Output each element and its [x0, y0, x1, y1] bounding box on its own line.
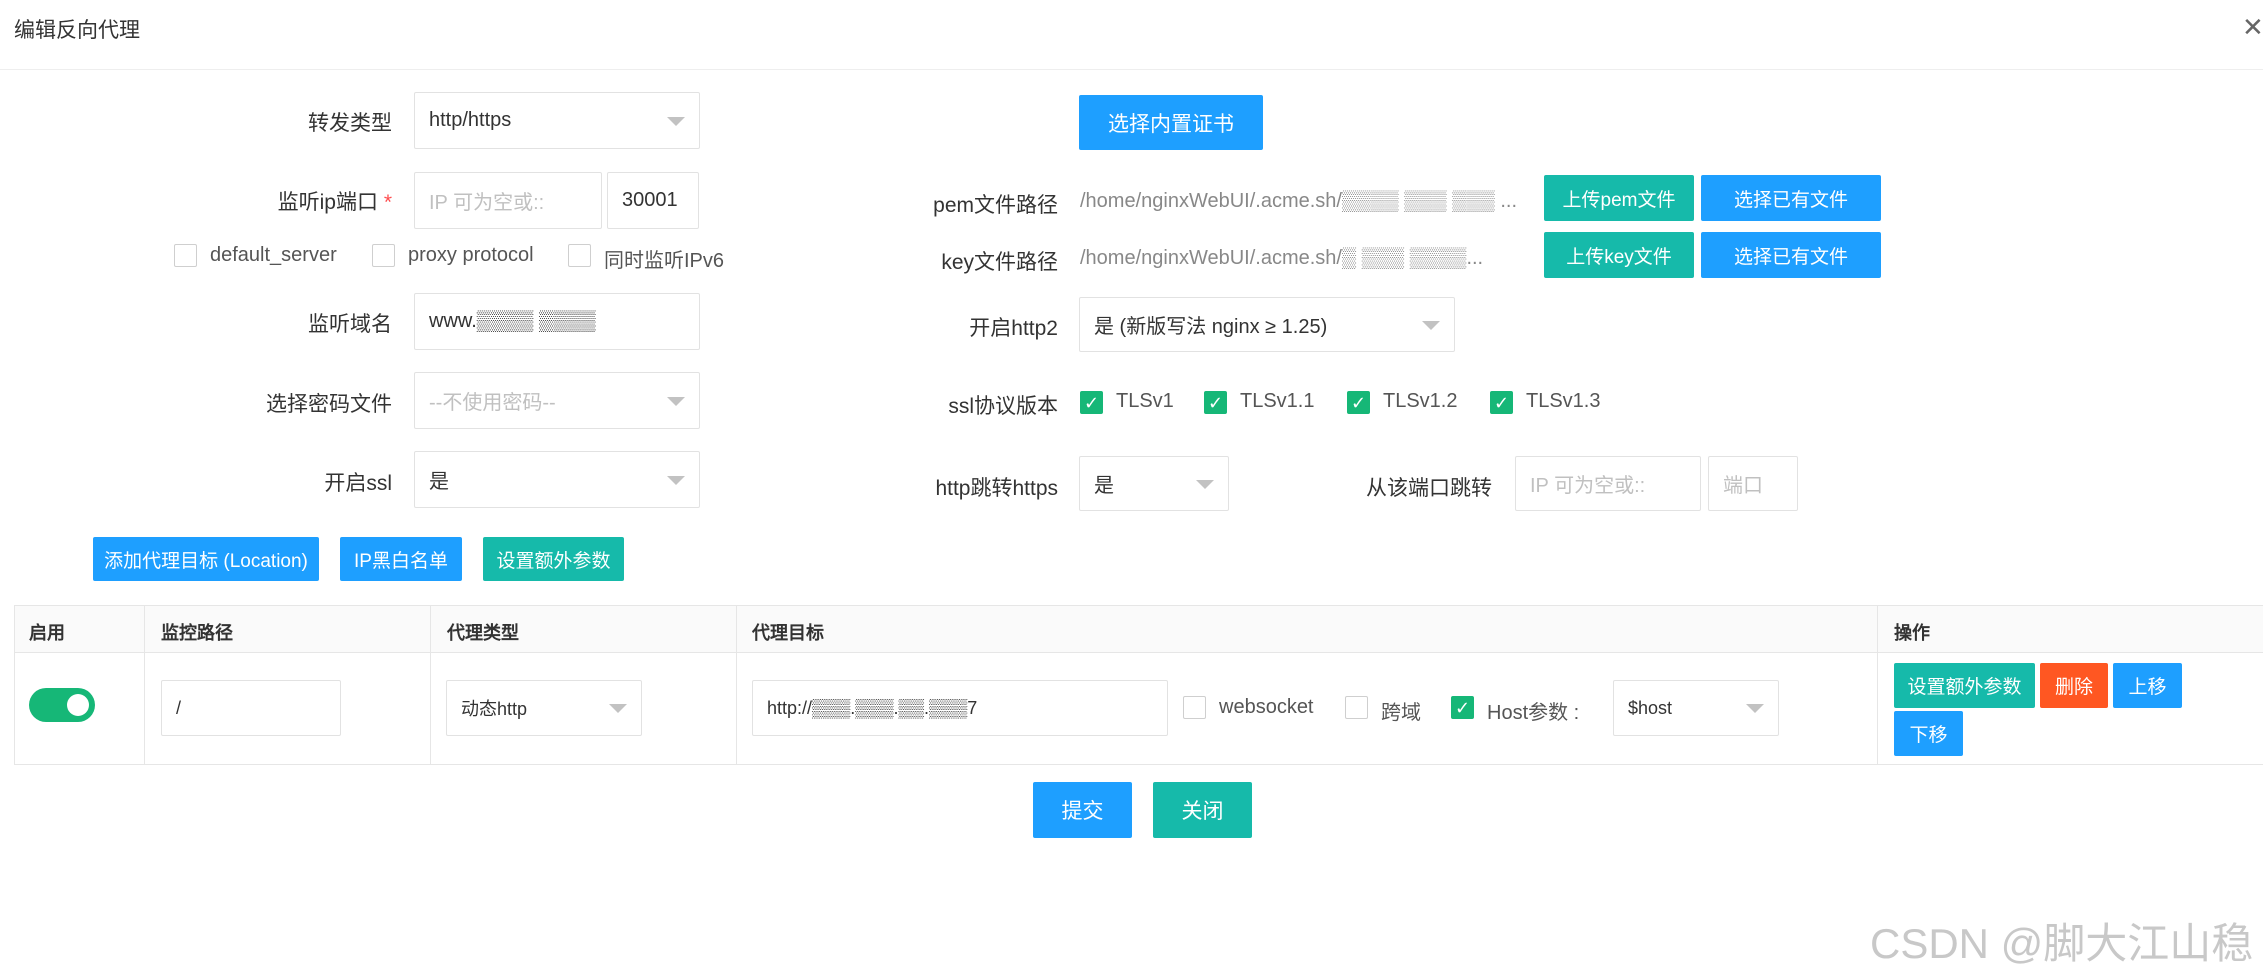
listen-label: 监听ip端口 *	[277, 191, 392, 214]
redirect-port-input[interactable]: 端口	[1708, 456, 1798, 511]
tlsv13-label: TLSv1.3	[1526, 390, 1601, 412]
row-delete-button[interactable]: 删除	[2040, 663, 2108, 708]
enable-toggle[interactable]	[29, 688, 95, 722]
column-divider	[430, 606, 431, 764]
th-path: 监控路径	[161, 623, 233, 643]
toggle-knob	[67, 694, 89, 716]
host-param-checkbox[interactable]: ✓	[1451, 696, 1474, 719]
column-divider	[1877, 606, 1878, 764]
http2-select[interactable]: 是 (新版写法 nginx ≥ 1.25)	[1079, 297, 1455, 352]
redirect-label: http跳转https	[935, 477, 1058, 500]
default-server-label: default_server	[210, 244, 337, 266]
upload-pem-button[interactable]: 上传pem文件	[1544, 175, 1694, 221]
password-value: --不使用密码--	[429, 392, 556, 414]
tlsv13-checkbox[interactable]: ✓	[1490, 391, 1513, 414]
proxy-protocol-checkbox[interactable]	[372, 244, 395, 267]
watermark: CSDN @脚大江山稳	[1870, 920, 2254, 967]
proxy-type-select[interactable]: 动态http	[446, 680, 642, 736]
add-location-button[interactable]: 添加代理目标 (Location)	[93, 537, 319, 581]
ssl-value: 是	[429, 471, 449, 493]
cors-checkbox[interactable]	[1345, 696, 1368, 719]
chevron-down-icon	[1746, 704, 1764, 713]
websocket-checkbox[interactable]	[1183, 696, 1206, 719]
proxy-type-value: 动态http	[461, 699, 528, 719]
listen-ip-input[interactable]: IP 可为空或::	[414, 172, 602, 229]
tlsv1-checkbox[interactable]: ✓	[1080, 391, 1103, 414]
domain-label: 监听域名	[308, 313, 392, 336]
password-label: 选择密码文件	[266, 393, 392, 416]
extra-params-button[interactable]: 设置额外参数	[483, 537, 624, 581]
redirect-select[interactable]: 是	[1079, 456, 1229, 511]
forward-type-select[interactable]: http/https	[414, 92, 700, 149]
submit-button[interactable]: 提交	[1033, 782, 1132, 838]
forward-type-value: http/https	[429, 109, 512, 131]
host-value-select[interactable]: $host	[1613, 680, 1779, 736]
password-select[interactable]: --不使用密码--	[414, 372, 700, 429]
column-divider	[144, 606, 145, 764]
ssl-label: 开启ssl	[324, 472, 392, 495]
close-icon[interactable]: ✕	[2242, 12, 2263, 43]
table-header: 启用 监控路径 代理类型 代理目标 操作	[15, 606, 2263, 653]
redirect-ip-input[interactable]: IP 可为空或::	[1515, 456, 1701, 511]
host-value: $host	[1628, 697, 1673, 718]
chevron-down-icon	[1422, 320, 1440, 330]
th-proxy-target: 代理目标	[752, 623, 824, 643]
choose-existing-key-button[interactable]: 选择已有文件	[1701, 232, 1881, 278]
location-table: 启用 监控路径 代理类型 代理目标 操作 / 动态http http://▒▒▒…	[14, 605, 2263, 765]
redirect-port-label: 从该端口跳转	[1366, 477, 1492, 500]
default-server-checkbox[interactable]	[174, 244, 197, 267]
key-label: key文件路径	[941, 251, 1058, 274]
column-divider	[736, 606, 737, 764]
cors-label: 跨域	[1381, 702, 1421, 724]
close-button[interactable]: 关闭	[1153, 782, 1252, 838]
ipv6-checkbox[interactable]	[568, 244, 591, 267]
chevron-down-icon	[1196, 479, 1214, 489]
chevron-down-icon	[667, 475, 685, 485]
tlsv11-checkbox[interactable]: ✓	[1204, 391, 1227, 414]
tlsv1-label: TLSv1	[1116, 390, 1174, 412]
listen-port-input[interactable]: 30001	[607, 172, 699, 229]
ssl-protocol-label: ssl协议版本	[948, 395, 1058, 418]
path-input[interactable]: /	[161, 680, 341, 736]
chevron-down-icon	[609, 704, 627, 713]
redirect-value: 是	[1094, 475, 1114, 497]
http2-value: 是 (新版写法 nginx ≥ 1.25)	[1094, 316, 1328, 338]
choose-existing-pem-button[interactable]: 选择已有文件	[1701, 175, 1881, 221]
row-move-down-button[interactable]: 下移	[1894, 711, 1963, 756]
proxy-protocol-label: proxy protocol	[408, 244, 534, 266]
ssl-select[interactable]: 是	[414, 451, 700, 508]
select-builtin-cert-button[interactable]: 选择内置证书	[1079, 95, 1263, 150]
host-param-label: Host参数 :	[1487, 702, 1580, 724]
tlsv12-label: TLSv1.2	[1383, 390, 1458, 412]
http2-label: 开启http2	[969, 317, 1058, 340]
domain-input[interactable]: www.▒▒▒▒ ▒▒▒▒	[414, 293, 700, 350]
tlsv12-checkbox[interactable]: ✓	[1347, 391, 1370, 414]
row-extra-params-button[interactable]: 设置额外参数	[1894, 663, 2035, 708]
pem-label: pem文件路径	[933, 194, 1058, 217]
th-proxy-type: 代理类型	[447, 623, 519, 643]
row-move-up-button[interactable]: 上移	[2113, 663, 2182, 708]
key-path-value: /home/nginxWebUI/.acme.sh/▒ ▒▒▒ ▒▒▒▒...	[1080, 247, 1484, 269]
th-actions: 操作	[1894, 623, 1930, 643]
websocket-label: websocket	[1219, 696, 1314, 718]
ipv6-label: 同时监听IPv6	[604, 250, 725, 272]
proxy-target-input[interactable]: http://▒▒▒.▒▒▒.▒▒.▒▒▒7	[752, 680, 1168, 736]
th-enable: 启用	[29, 623, 65, 643]
forward-type-label: 转发类型	[308, 112, 392, 135]
dialog-title: 编辑反向代理	[14, 19, 140, 42]
pem-path-value: /home/nginxWebUI/.acme.sh/▒▒▒▒ ▒▒▒ ▒▒▒ .…	[1080, 190, 1518, 212]
upload-key-button[interactable]: 上传key文件	[1544, 232, 1694, 278]
tlsv11-label: TLSv1.1	[1240, 390, 1315, 412]
chevron-down-icon	[667, 116, 685, 126]
chevron-down-icon	[667, 396, 685, 406]
ip-blacklist-button[interactable]: IP黑白名单	[340, 537, 462, 581]
header-divider	[0, 69, 2263, 70]
